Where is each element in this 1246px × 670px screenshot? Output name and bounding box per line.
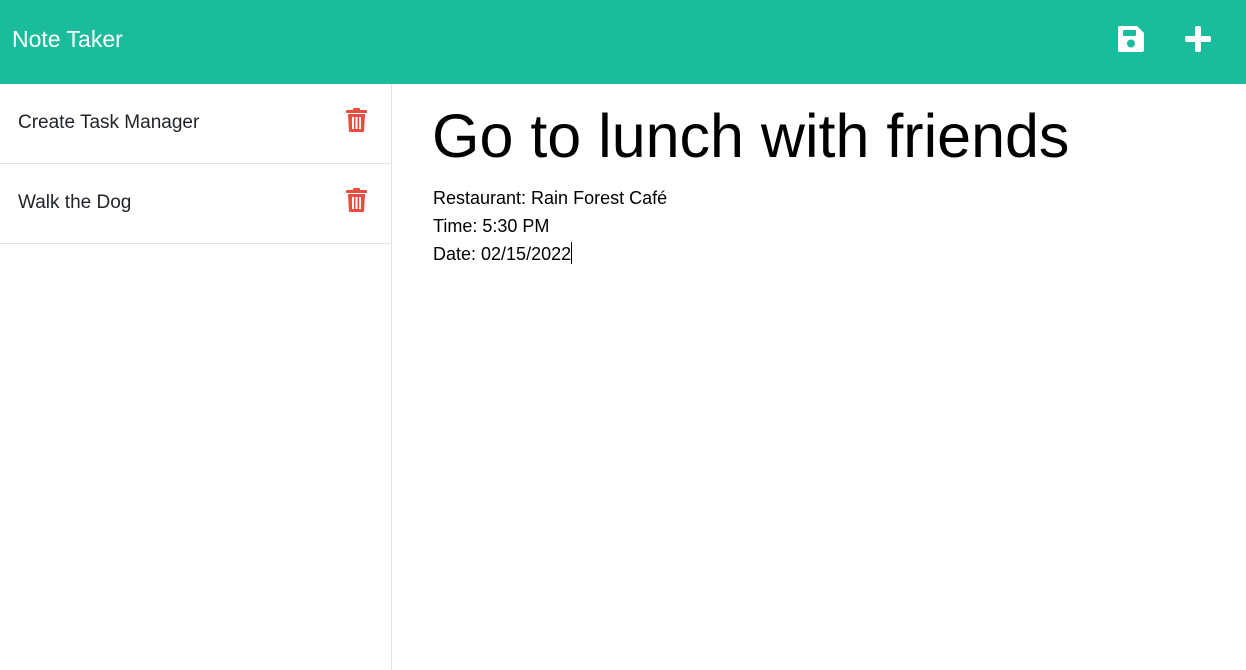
note-editor: Go to lunch with friends Restaurant: Rai… <box>393 84 1246 670</box>
new-note-button[interactable] <box>1183 24 1213 54</box>
plus-icon <box>1185 26 1211 52</box>
note-title-input[interactable]: Go to lunch with friends <box>432 102 1212 170</box>
trash-icon <box>346 108 367 132</box>
brand-title[interactable]: Note Taker <box>12 24 123 54</box>
note-body-line: Date: 02/15/2022 <box>433 244 572 264</box>
note-body-line: Restaurant: Rain Forest Café <box>433 188 668 208</box>
delete-note-button[interactable] <box>346 188 367 212</box>
list-item[interactable]: Create Task Manager <box>0 84 390 164</box>
trash-icon <box>346 188 367 212</box>
list-item[interactable]: Walk the Dog <box>0 164 390 244</box>
note-body-line-last: Date: 02/15/2022 <box>433 240 1213 268</box>
navbar: Note Taker <box>0 0 1246 84</box>
note-body-line: Time: 5:30 PM <box>433 216 550 236</box>
text-cursor <box>571 242 573 264</box>
save-icon <box>1118 26 1144 52</box>
save-note-button[interactable] <box>1116 24 1146 54</box>
delete-note-button[interactable] <box>346 108 367 132</box>
note-item-title[interactable]: Walk the Dog <box>18 190 131 216</box>
notes-sidebar: Create Task Manager Walk the Dog <box>0 84 392 670</box>
note-text-area[interactable]: Restaurant: Rain Forest Café Time: 5:30 P… <box>433 184 1213 268</box>
note-item-title[interactable]: Create Task Manager <box>18 110 199 136</box>
